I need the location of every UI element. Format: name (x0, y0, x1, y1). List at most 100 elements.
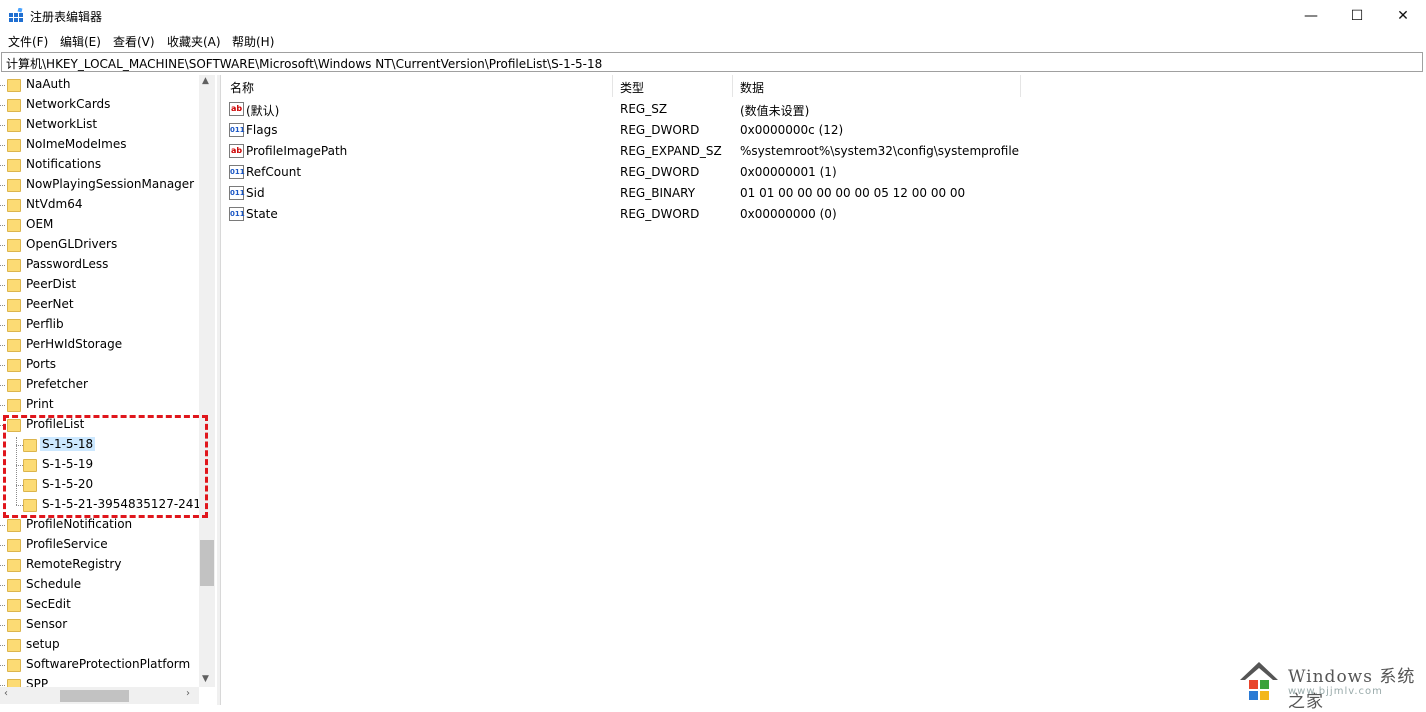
tree-key[interactable]: Print (0, 395, 200, 415)
tree-key-label[interactable]: S-1-5-18 (40, 437, 96, 451)
tree-key[interactable]: NetworkList (0, 115, 200, 135)
column-header-type[interactable]: 类型 (613, 75, 733, 97)
scroll-up-arrow-icon[interactable]: ▲ (202, 76, 209, 86)
tree-key-label[interactable]: OEM (26, 217, 53, 231)
value-type: REG_BINARY (620, 186, 696, 200)
tree-key-label[interactable]: PerHwIdStorage (26, 337, 122, 351)
tree-subkey[interactable]: S-1-5-18 (0, 435, 200, 455)
scroll-down-arrow-icon[interactable]: ▼ (202, 674, 209, 684)
tree-key-label[interactable]: S-1-5-19 (42, 457, 93, 471)
value-row[interactable]: 011 Flags REG_DWORD 0x0000000c (12) (221, 120, 1221, 141)
tree-subkey[interactable]: S-1-5-19 (0, 455, 200, 475)
tree-key-label[interactable]: NoImeModeImes (26, 137, 127, 151)
tree-key-label[interactable]: PeerNet (26, 297, 74, 311)
scroll-right-arrow-icon[interactable]: › (186, 688, 190, 699)
tree-key-label[interactable]: S-1-5-20 (42, 477, 93, 491)
folder-icon (7, 99, 21, 112)
tree-key[interactable]: RemoteRegistry (0, 555, 200, 575)
tree-key[interactable]: Sensor (0, 615, 200, 635)
tree-connector (0, 105, 5, 106)
menu-view[interactable]: 查看(V) (113, 33, 155, 50)
value-row[interactable]: ab ProfileImagePath REG_EXPAND_SZ %systemro… (221, 141, 1221, 162)
value-row[interactable]: 011 RefCount REG_DWORD 0x00000001 (1) (221, 162, 1221, 183)
tree-key[interactable]: Perflib (0, 315, 200, 335)
tree-key[interactable]: setup (0, 635, 200, 655)
tree-key[interactable]: NaAuth (0, 75, 200, 95)
tree-key-label[interactable]: S-1-5-21-3954835127-2419 (42, 497, 200, 511)
address-bar[interactable]: 计算机\HKEY_LOCAL_MACHINE\SOFTWARE\Microsof… (1, 52, 1423, 72)
tree-key-label[interactable]: Schedule (26, 577, 81, 591)
tree-key-label[interactable]: OpenGLDrivers (26, 237, 117, 251)
close-button[interactable]: ✕ (1380, 0, 1426, 31)
menu-file[interactable]: 文件(F) (8, 33, 48, 50)
tree-key-label[interactable]: RemoteRegistry (26, 557, 121, 571)
tree-key[interactable]: NoImeModeImes (0, 135, 200, 155)
binary-value-icon: 011 (229, 165, 245, 179)
value-row[interactable]: ab (默认) REG_SZ (数值未设置) (221, 99, 1221, 120)
folder-icon (7, 539, 21, 552)
tree-key-label[interactable]: SPP (26, 677, 48, 687)
values-list[interactable]: 名称 类型 数据 ab (默认) REG_SZ (数值未设置) 011 Flags REG_… (220, 75, 1426, 705)
folder-icon (7, 359, 21, 372)
tree-key-label[interactable]: NtVdm64 (26, 197, 82, 211)
folder-icon (7, 139, 21, 152)
menu-help[interactable]: 帮助(H) (232, 33, 274, 50)
value-row[interactable]: 011 State REG_DWORD 0x00000000 (0) (221, 204, 1221, 225)
tree-key-label[interactable]: ProfileList (26, 417, 84, 431)
address-path[interactable]: 计算机\HKEY_LOCAL_MACHINE\SOFTWARE\Microsof… (6, 55, 602, 72)
tree-key-label[interactable]: Perflib (26, 317, 64, 331)
tree-key[interactable]: Notifications (0, 155, 200, 175)
tree-key[interactable]: OEM (0, 215, 200, 235)
tree-key-label[interactable]: SecEdit (26, 597, 71, 611)
tree-key[interactable]: OpenGLDrivers (0, 235, 200, 255)
tree-key-label[interactable]: Prefetcher (26, 377, 88, 391)
tree-key-label[interactable]: setup (26, 637, 60, 651)
menu-edit[interactable]: 编辑(E) (60, 33, 101, 50)
tree-key[interactable]: Schedule (0, 575, 200, 595)
tree-key-label[interactable]: Print (26, 397, 54, 411)
tree-key-label[interactable]: Ports (26, 357, 56, 371)
tree-key[interactable]: NowPlayingSessionManager (0, 175, 200, 195)
minimize-button[interactable]: — (1288, 0, 1334, 31)
tree-key[interactable]: Prefetcher (0, 375, 200, 395)
tree-key[interactable]: SecEdit (0, 595, 200, 615)
tree-key[interactable]: SoftwareProtectionPlatform (0, 655, 200, 675)
tree-horizontal-scroll-thumb[interactable] (60, 690, 129, 702)
scroll-left-arrow-icon[interactable]: ‹ (4, 688, 8, 699)
tree-key-label[interactable]: PasswordLess (26, 257, 108, 271)
tree-key-label[interactable]: NetworkList (26, 117, 97, 131)
maximize-button[interactable]: ☐ (1334, 0, 1380, 31)
registry-key-tree[interactable]: NaAuth NetworkCards NetworkList NoImeModeIm… (0, 75, 200, 687)
tree-subkey[interactable]: S-1-5-20 (0, 475, 200, 495)
tree-key[interactable]: PasswordLess (0, 255, 200, 275)
tree-connector (0, 145, 5, 146)
tree-key[interactable]: ProfileService (0, 535, 200, 555)
tree-key-label[interactable]: ProfileNotification (26, 517, 132, 531)
tree-key[interactable]: PeerNet (0, 295, 200, 315)
tree-key-label[interactable]: PeerDist (26, 277, 76, 291)
tree-key-label[interactable]: NetworkCards (26, 97, 110, 111)
value-name: ProfileImagePath (246, 144, 348, 158)
tree-key[interactable]: PeerDist (0, 275, 200, 295)
tree-key[interactable]: ProfileList (0, 415, 200, 435)
tree-subkey[interactable]: S-1-5-21-3954835127-2419 (0, 495, 200, 515)
tree-key[interactable]: NtVdm64 (0, 195, 200, 215)
tree-key[interactable]: Ports (0, 355, 200, 375)
tree-key-label[interactable]: SoftwareProtectionPlatform (26, 657, 190, 671)
tree-vertical-scroll-thumb[interactable] (200, 540, 214, 586)
tree-key[interactable]: ProfileNotification (0, 515, 200, 535)
tree-key-label[interactable]: NowPlayingSessionManager (26, 177, 194, 191)
column-header-name[interactable]: 名称 (221, 75, 613, 97)
tree-key-label[interactable]: ProfileService (26, 537, 108, 551)
tree-key-label[interactable]: NaAuth (26, 77, 70, 91)
tree-key[interactable]: SPP (0, 675, 200, 687)
tree-vertical-scrollbar[interactable] (199, 75, 215, 687)
tree-key[interactable]: NetworkCards (0, 95, 200, 115)
tree-connector (0, 565, 5, 566)
menu-favorites[interactable]: 收藏夹(A) (167, 33, 221, 50)
tree-key-label[interactable]: Sensor (26, 617, 67, 631)
tree-key[interactable]: PerHwIdStorage (0, 335, 200, 355)
tree-key-label[interactable]: Notifications (26, 157, 101, 171)
value-row[interactable]: 011 Sid REG_BINARY 01 01 00 00 00 00 00 05 … (221, 183, 1221, 204)
column-header-data[interactable]: 数据 (733, 75, 1021, 97)
